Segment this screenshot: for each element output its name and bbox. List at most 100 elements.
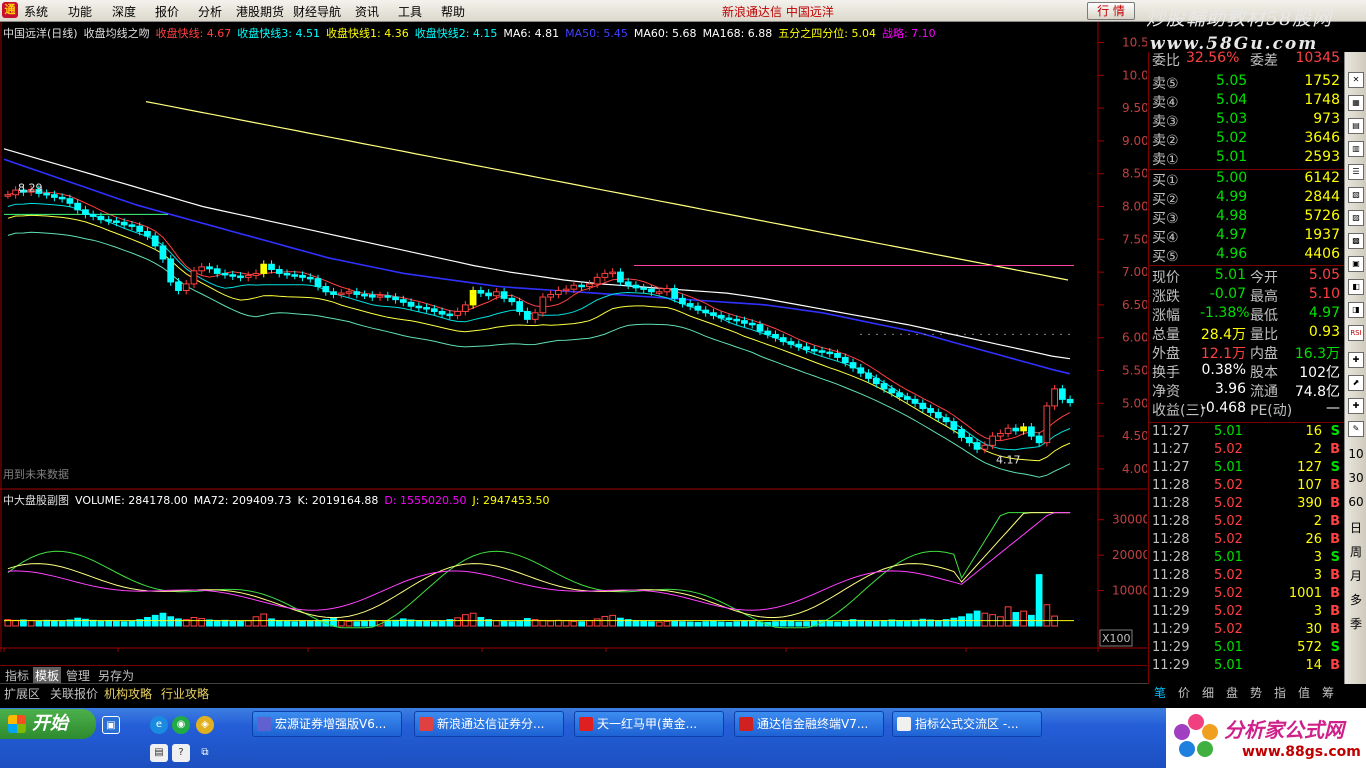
candle-body [113, 220, 120, 223]
tool-icon[interactable]: ▧ [1348, 187, 1364, 203]
chat-app-icon[interactable]: ◉ [172, 716, 190, 734]
tool-icon[interactable]: ◨ [1348, 302, 1364, 318]
tool-icon[interactable]: ▣ [1348, 256, 1364, 272]
ask-row[interactable]: 卖① 5.01 2593 [1152, 149, 1342, 168]
menu-depth[interactable]: 深度 [112, 3, 136, 20]
taskbar-window-button[interactable]: 新浪通达信证券分... [414, 711, 564, 737]
quote-tab[interactable]: 筹 [1316, 684, 1340, 701]
taskbar-window-button[interactable]: 天一红马甲(黄金... [574, 711, 724, 737]
tool-icon[interactable]: ✚ [1348, 352, 1364, 368]
volume-bar [803, 621, 810, 627]
ask-row[interactable]: 卖② 5.02 3646 [1152, 130, 1342, 149]
show-desktop-icon[interactable]: ▣ [102, 716, 120, 734]
ask-row[interactable]: 卖③ 5.03 973 [1152, 111, 1342, 130]
menu-finance-nav[interactable]: 财经导航 [293, 3, 341, 20]
quote-tab[interactable]: 指 [1268, 684, 1292, 701]
menu-tools[interactable]: 工具 [398, 3, 422, 20]
candle [1012, 424, 1020, 435]
tool-icon[interactable]: ✎ [1348, 421, 1364, 437]
quote-tab[interactable]: 细 [1196, 684, 1220, 701]
bid-row[interactable]: 买② 4.99 2844 [1152, 189, 1342, 208]
period-button[interactable]: 月 [1347, 567, 1365, 584]
volume-bar [717, 621, 725, 627]
ask-row[interactable]: 卖④ 5.04 1748 [1152, 92, 1342, 111]
tool-icon[interactable]: ✚ [1348, 398, 1364, 414]
extend-button[interactable]: 扩展区 [4, 685, 40, 702]
tool-icon[interactable]: ▦ [1348, 95, 1364, 111]
tool-icon[interactable]: ⬈ [1348, 375, 1364, 391]
start-button[interactable]: 开始 [0, 709, 96, 739]
candle-body [965, 436, 973, 444]
quote-tab[interactable]: 盘 [1220, 684, 1244, 701]
candle-body [182, 283, 190, 291]
menu-news[interactable]: 资讯 [355, 3, 379, 20]
taskbar-window-button[interactable]: 通达信金融终端V7... [734, 711, 884, 737]
tool-icon[interactable]: ◧ [1348, 279, 1364, 295]
extend-button[interactable]: 行业攻略 [161, 685, 209, 702]
tool-icon[interactable]: ▩ [1348, 233, 1364, 249]
window-tool-icon[interactable]: ⧉ [196, 744, 214, 762]
extend-button[interactable]: 关联报价 [50, 685, 98, 702]
legend-item: MA6: 4.81 [503, 27, 560, 40]
indicator-legend-item: VOLUME: 284178.00 [75, 494, 188, 507]
quote-tab[interactable]: 笔 [1148, 684, 1172, 701]
bottom-tab[interactable]: 指标 [3, 667, 31, 684]
tool-icon[interactable]: ✕ [1348, 72, 1364, 88]
taskbar-window-button[interactable]: 宏源证券增强版V6... [252, 711, 402, 737]
menu-system[interactable]: 系统 [24, 3, 48, 20]
candle-body [252, 272, 260, 276]
taskbar-window-button[interactable]: 指标公式交流区 -... [892, 711, 1042, 737]
desktop-tool-icon[interactable]: ▤ [150, 744, 168, 762]
period-button[interactable]: 60 [1347, 495, 1365, 509]
menu-quote[interactable]: 报价 [155, 3, 179, 20]
bottom-tab[interactable]: 另存为 [96, 667, 136, 684]
quote-tab[interactable]: 价 [1172, 684, 1196, 701]
bottom-tab[interactable]: 模板 [33, 667, 62, 684]
candle [919, 399, 927, 413]
chart-canvas[interactable]: 10.5 10.00 9.50 9.00 8.50 8.00 7.50 7.00 6.50 6.0… [0, 22, 1147, 652]
period-button[interactable]: 10 [1347, 447, 1365, 461]
tool-icon[interactable]: ▤ [1348, 118, 1364, 134]
candle-body [710, 312, 717, 316]
quote-tab[interactable]: 值 [1292, 684, 1316, 701]
tool-icon[interactable]: ☰ [1348, 164, 1364, 180]
ask-volume: 973 [1313, 111, 1340, 127]
period-button[interactable]: 日 [1347, 519, 1365, 536]
extend-button[interactable]: 机构攻略 [104, 685, 152, 702]
period-button[interactable]: 周 [1347, 543, 1365, 560]
period-button[interactable]: 多 [1347, 591, 1365, 608]
tick-volume: 30 [1305, 622, 1322, 637]
candle [617, 268, 624, 286]
menu-analysis[interactable]: 分析 [198, 3, 222, 20]
rsi-icon[interactable]: RSI [1348, 325, 1364, 341]
period-button[interactable]: 30 [1347, 471, 1365, 485]
tick-time: 11:29 [1152, 622, 1190, 637]
tool-icon[interactable]: ▥ [1348, 141, 1364, 157]
ask-price: 5.05 [1216, 73, 1248, 89]
candle [1066, 395, 1074, 407]
tick-time: 11:28 [1152, 568, 1190, 583]
menu-help[interactable]: 帮助 [441, 3, 465, 20]
app-logo-icon[interactable]: 通 [2, 2, 18, 18]
bid-row[interactable]: 买⑤ 4.96 4406 [1152, 246, 1342, 265]
bid-row[interactable]: 买① 5.00 6142 [1152, 170, 1342, 189]
stat-row: 换手 0.38% 股本 102亿 [1152, 362, 1342, 381]
bid-row[interactable]: 买④ 4.97 1937 [1152, 227, 1342, 246]
legend-item: 战略: 7.10 [881, 27, 936, 40]
ie-browser-icon[interactable]: e [150, 716, 168, 734]
ask-row[interactable]: 卖⑤ 5.05 1752 [1152, 73, 1342, 92]
period-button[interactable]: 季 [1347, 615, 1365, 632]
quote-tab[interactable]: 势 [1244, 684, 1268, 701]
bid-row[interactable]: 买③ 4.98 5726 [1152, 208, 1342, 227]
quote-button[interactable]: 行 情 [1087, 2, 1135, 20]
bottom-tab[interactable]: 管理 [64, 667, 92, 684]
media-app-icon[interactable]: ◈ [196, 716, 214, 734]
candle [1051, 384, 1058, 410]
tool-icon[interactable]: ▨ [1348, 210, 1364, 226]
kline-chart[interactable]: 10.5 10.00 9.50 9.00 8.50 8.00 7.50 7.00 6.50 6.0… [0, 22, 1147, 702]
help-tool-icon[interactable]: ? [172, 744, 190, 762]
menu-hk-futures[interactable]: 港股期货 [236, 3, 284, 20]
menu-function[interactable]: 功能 [68, 3, 92, 20]
stat-label-2: 今开 [1250, 270, 1278, 286]
candle [89, 210, 97, 221]
